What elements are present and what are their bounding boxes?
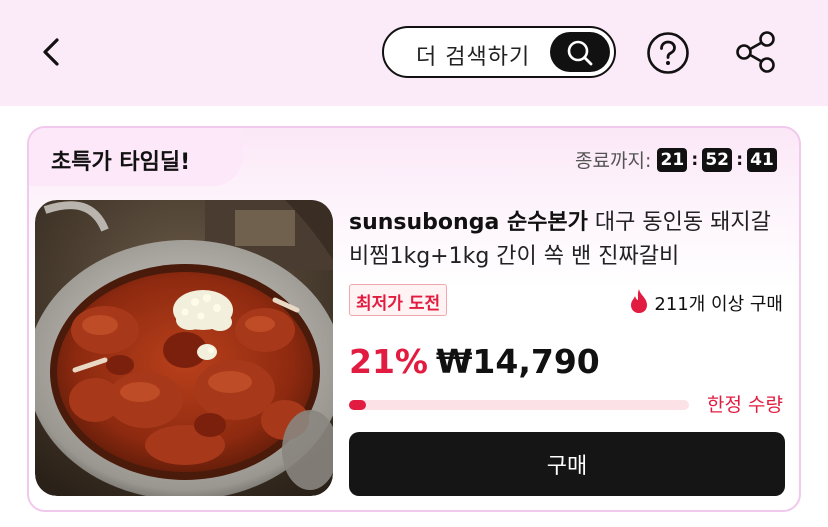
search-icon bbox=[567, 40, 593, 66]
lowest-price-badge: 최저가 도전 bbox=[349, 284, 448, 316]
sale-price: ₩14,790 bbox=[436, 342, 600, 381]
stock-progress-fill bbox=[349, 400, 366, 410]
search-button[interactable] bbox=[550, 32, 610, 72]
countdown-minutes: 52 bbox=[702, 147, 733, 172]
countdown-label: 종료까지: bbox=[575, 150, 652, 172]
search-bar[interactable]: 더 검색하기 bbox=[382, 26, 616, 78]
discount-rate: 21% bbox=[349, 342, 428, 381]
deal-title: 초특가 타임딜! bbox=[51, 150, 191, 175]
sold-count-text: 211개 이상 구매 bbox=[654, 294, 783, 315]
share-icon[interactable] bbox=[733, 29, 779, 75]
countdown-separator: : bbox=[691, 149, 699, 170]
top-bar: 더 검색하기 bbox=[0, 0, 828, 106]
time-deal-card[interactable]: 초특가 타임딜! 종료까지: 21:52:41 sunsubonga 순수본가 … bbox=[27, 126, 801, 512]
limited-quantity-label: 한정 수량 bbox=[707, 394, 783, 416]
product-brand: sunsubonga 순수본가 bbox=[349, 210, 588, 235]
back-arrow-icon[interactable] bbox=[36, 36, 68, 68]
fire-icon bbox=[631, 289, 648, 313]
countdown-seconds: 41 bbox=[747, 147, 777, 172]
deal-title-tab: 초특가 타임딜! bbox=[29, 128, 243, 186]
sold-count: 211개 이상 구매 bbox=[628, 288, 783, 316]
countdown-separator: : bbox=[736, 149, 743, 170]
countdown-hours: 21 bbox=[657, 147, 688, 172]
buy-button[interactable]: 구매 bbox=[349, 432, 785, 496]
search-label[interactable]: 더 검색하기 bbox=[416, 39, 530, 71]
product-image[interactable] bbox=[35, 200, 333, 496]
price-row: 21% ₩14,790 bbox=[349, 342, 600, 381]
stock-progress-bar bbox=[349, 400, 689, 410]
product-title[interactable]: sunsubonga 순수본가 대구 동인동 돼지갈비찜1kg+1kg 간이 쏙… bbox=[349, 206, 789, 274]
countdown-timer: 종료까지: 21:52:41 bbox=[575, 146, 777, 172]
help-icon[interactable] bbox=[646, 31, 690, 75]
